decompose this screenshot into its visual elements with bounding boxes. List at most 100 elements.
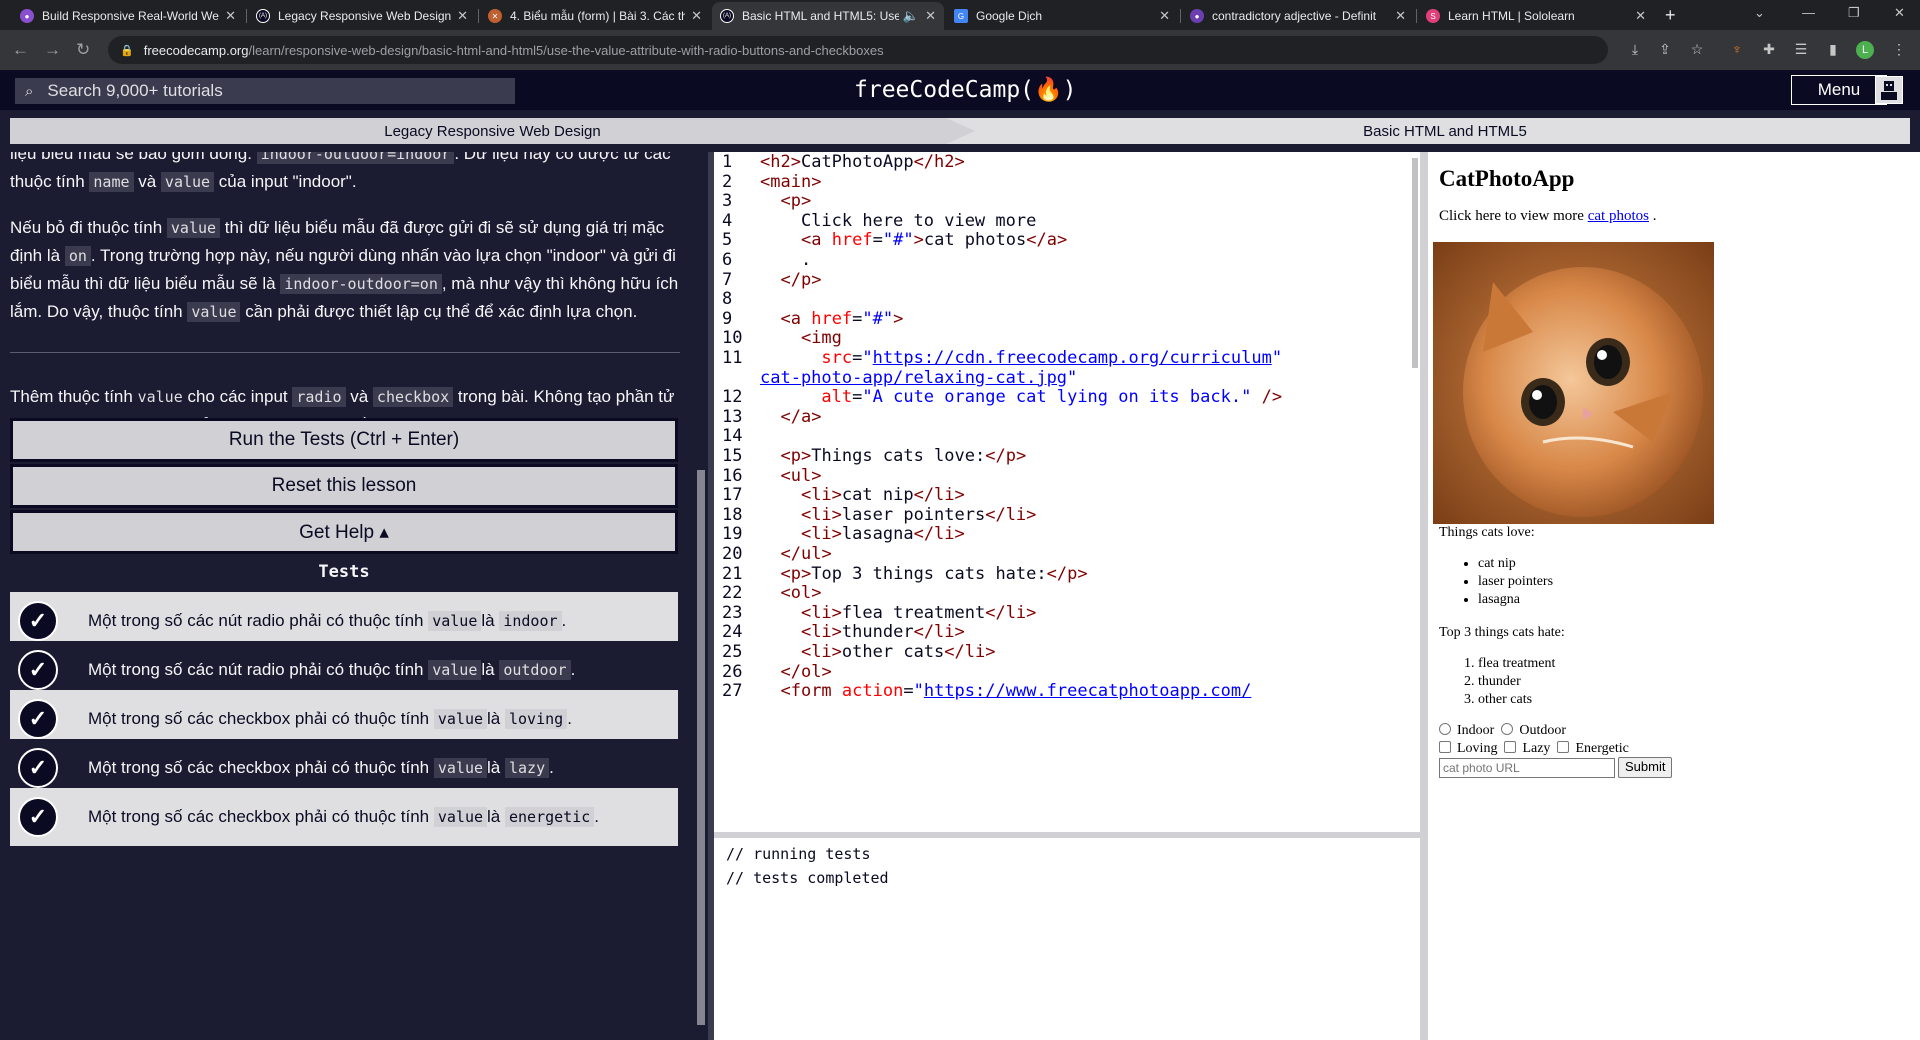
check-icon: ✓ (18, 650, 58, 690)
fcc-logo[interactable]: freeCodeCamp(🔥) (854, 76, 1077, 103)
indoor-radio[interactable] (1439, 723, 1451, 735)
test-console: // running tests // tests completed (714, 838, 1420, 1040)
editor-scrollbar[interactable] (1410, 152, 1420, 832)
test-row: ✓ Một trong số các checkbox phải có thuộ… (10, 788, 678, 846)
browser-tab-5[interactable]: G Google Dịch ✕ (946, 2, 1178, 30)
address-bar[interactable]: 🔒 freecodecamp.org /learn/responsive-web… (108, 36, 1608, 64)
profile-avatar[interactable]: L (1856, 41, 1874, 59)
divider (10, 352, 680, 353)
cat-photos-link[interactable]: cat photos (1588, 208, 1649, 224)
install-app-icon[interactable]: ⤓ (1626, 41, 1644, 59)
close-icon[interactable]: ✕ (225, 8, 236, 24)
tab-title: Basic HTML and HTML5: Use (742, 9, 899, 23)
code-line[interactable]: <ol> (760, 583, 821, 603)
outdoor-radio[interactable] (1501, 723, 1514, 735)
code-line[interactable]: . (760, 250, 811, 270)
close-window-icon[interactable]: ✕ (1894, 5, 1905, 21)
browser-tab-bar: ● Build Responsive Real-World We ✕ (A) L… (0, 0, 1920, 30)
hate-heading: Top 3 things cats hate: (1439, 625, 1565, 640)
breadcrumb-section[interactable]: Basic HTML and HTML5 (980, 118, 1910, 144)
code-line[interactable]: <li>thunder</li> (760, 622, 965, 642)
code-line[interactable]: <li>lasagna</li> (760, 524, 965, 544)
lazy-checkbox[interactable] (1504, 741, 1517, 753)
code-line[interactable]: alt="A cute orange cat lying on its back… (760, 387, 1282, 407)
code-line[interactable]: <img (760, 328, 842, 348)
code-line[interactable]: <li>laser pointers</li> (760, 505, 1036, 525)
browser-tab-2[interactable]: (A) Legacy Responsive Web Design ✕ (248, 2, 476, 30)
reset-lesson-button[interactable]: Reset this lesson (10, 464, 678, 508)
tab-favicon-icon: ● (1190, 9, 1204, 23)
energetic-checkbox[interactable] (1557, 741, 1570, 753)
code-line[interactable]: <a href="#"> (760, 309, 903, 329)
tab-search-chevron-icon[interactable]: ⌄ (1754, 5, 1765, 21)
loving-checkbox[interactable] (1439, 741, 1451, 753)
back-arrow-icon[interactable]: ← (12, 40, 29, 60)
close-icon[interactable]: ✕ (691, 8, 702, 24)
kebab-menu-icon[interactable]: ⋮ (1890, 41, 1908, 59)
submit-button[interactable]: Submit (1618, 757, 1673, 778)
check-icon: ✓ (18, 699, 58, 739)
restore-icon[interactable]: ❐ (1848, 5, 1860, 21)
code-line[interactable]: <li>other cats</li> (760, 642, 996, 662)
code-line[interactable]: </ul> (760, 544, 831, 564)
user-avatar-icon (1881, 81, 1897, 100)
code-line[interactable]: <p>Top 3 things cats hate:</p> (760, 564, 1087, 584)
share-icon[interactable]: ⇪ (1656, 41, 1674, 59)
side-panel-icon[interactable]: ▮ (1824, 41, 1842, 59)
close-icon[interactable]: ✕ (925, 8, 936, 24)
code-line[interactable]: <p>Things cats love:</p> (760, 446, 1026, 466)
scrollbar-thumb[interactable] (1412, 158, 1418, 368)
code-line[interactable]: <main> (760, 172, 821, 192)
code-line[interactable]: <a href="#">cat photos</a> (760, 230, 1067, 250)
forward-arrow-icon[interactable]: → (44, 40, 61, 60)
pane-resizer[interactable] (1420, 152, 1428, 1040)
cat-photo-url-input[interactable]: cat photo URL (1439, 757, 1615, 778)
close-icon[interactable]: ✕ (1635, 8, 1646, 24)
console-line: // tests completed (726, 869, 889, 887)
browser-tab-3[interactable]: ✕ 4. Biểu mẫu (form) | Bài 3. Các th ✕ (480, 2, 710, 30)
code-line[interactable]: <li>cat nip</li> (760, 485, 965, 505)
minimize-icon[interactable]: — (1802, 5, 1815, 20)
reading-list-icon[interactable]: ☰ (1792, 41, 1810, 59)
speaker-icon[interactable]: 🔈 (903, 8, 919, 24)
browser-tab-4-active[interactable]: (A) Basic HTML and HTML5: Use 🔈 ✕ (712, 2, 944, 30)
reload-icon[interactable]: ↻ (76, 40, 90, 60)
extension-figure-icon[interactable]: ♆ (1728, 41, 1746, 59)
browser-tab-6[interactable]: ● contradictory adjective - Definit ✕ (1182, 2, 1414, 30)
breadcrumb-course[interactable]: Legacy Responsive Web Design (10, 118, 975, 144)
tab-favicon-icon: ● (20, 9, 34, 23)
code-editor[interactable]: 1 2 3 4 5 6 7 8 9 10 11 12 13 14 15 16 1… (714, 152, 1414, 832)
close-icon[interactable]: ✕ (1159, 8, 1170, 24)
instructions-scrollbar[interactable] (694, 152, 708, 1040)
close-icon[interactable]: ✕ (457, 8, 468, 24)
menu-button[interactable]: Menu (1791, 75, 1887, 105)
code-line[interactable]: </a> (760, 407, 821, 427)
bookmark-star-icon[interactable]: ☆ (1688, 41, 1706, 59)
close-icon[interactable]: ✕ (1395, 8, 1406, 24)
tab-favicon-icon: (A) (720, 9, 734, 23)
new-tab-plus-icon[interactable]: + (1665, 5, 1676, 26)
code-line[interactable]: </ol> (760, 662, 831, 682)
scrollbar-thumb[interactable] (697, 470, 705, 1025)
code-line[interactable]: <h2>CatPhotoApp</h2> (760, 152, 965, 172)
run-tests-button[interactable]: Run the Tests (Ctrl + Enter) (10, 418, 678, 462)
instruction-paragraph: Nếu bỏ đi thuộc tính value thì dữ liệu b… (10, 218, 679, 322)
code-line[interactable]: src="https://cdn.freecodecamp.org/curric… (760, 348, 1282, 368)
code-line[interactable]: Click here to view more (760, 211, 1036, 231)
browser-tab-1[interactable]: ● Build Responsive Real-World We ✕ (12, 2, 244, 30)
tests-heading: Tests (318, 562, 370, 582)
user-avatar[interactable] (1875, 76, 1903, 104)
list-item: lasagna (1478, 591, 1914, 609)
code-line[interactable]: </p> (760, 270, 821, 290)
search-input[interactable]: ⌕ Search 9,000+ tutorials (15, 78, 515, 104)
code-line[interactable]: <li>flea treatment</li> (760, 603, 1036, 623)
checkbox-row: Loving Lazy Energetic (1439, 741, 1914, 757)
cat-image[interactable] (1433, 242, 1714, 524)
code-line[interactable]: cat-photo-app/relaxing-cat.jpg" (760, 368, 1077, 388)
code-line[interactable]: <ul> (760, 466, 821, 486)
get-help-button[interactable]: Get Help ▴ (10, 510, 678, 554)
code-line[interactable]: <p> (760, 191, 811, 211)
extensions-puzzle-icon[interactable]: ✚ (1760, 41, 1778, 59)
browser-tab-7[interactable]: S Learn HTML | Sololearn ✕ (1418, 2, 1654, 30)
code-line[interactable]: <form action="https://www.freecatphotoap… (760, 681, 1251, 701)
